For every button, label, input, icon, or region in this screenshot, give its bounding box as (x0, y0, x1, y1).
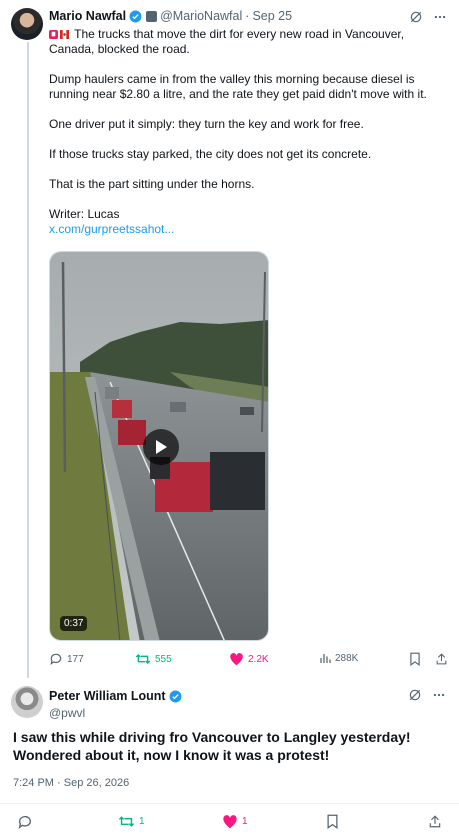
author-handle[interactable]: @MarioNawfal (160, 9, 242, 23)
heart-icon (223, 815, 237, 829)
post-paragraph: Dump haulers came in from the valley thi… (49, 72, 427, 101)
reply-header: Peter William Lount @pwvl (49, 686, 182, 720)
share-button[interactable] (428, 814, 442, 829)
reply-icon (50, 653, 62, 666)
author-handle[interactable]: @pwvl (49, 706, 182, 720)
header-separator: · (245, 9, 250, 23)
grok-icon[interactable] (409, 10, 423, 24)
views-icon (320, 654, 331, 663)
post-paragraph: That is the part sitting under the horns… (49, 177, 255, 191)
repost-icon (135, 654, 151, 664)
video-player[interactable]: 0:37 (49, 251, 269, 641)
reply-icon (18, 816, 31, 829)
reply-actions: 1 1 (0, 812, 459, 832)
author-name[interactable]: Peter William Lount (49, 689, 166, 703)
affiliate-badge-icon (146, 10, 158, 22)
like-button[interactable]: 1 (222, 814, 248, 829)
post-date[interactable]: Sep 25 (252, 9, 292, 23)
repost-icon (118, 816, 135, 827)
post-actions: 177 555 2.2K 288K (49, 652, 449, 668)
verified-badge-icon (129, 10, 142, 22)
bookmark-button[interactable] (409, 652, 421, 666)
post-paragraph: Writer: Lucas x.com/gurpreetssahot... (49, 207, 449, 237)
post-paragraph: The trucks that move the dirt for every … (49, 27, 405, 56)
views-count: 288K (335, 652, 359, 664)
avatar[interactable] (11, 686, 43, 718)
reply-button[interactable]: 177 (49, 652, 84, 666)
repost-count: 1 (139, 816, 145, 827)
repost-button[interactable]: 1 (118, 814, 145, 829)
views-button[interactable]: 288K (319, 652, 358, 664)
share-button[interactable] (435, 652, 448, 666)
reply-timestamp[interactable]: 7:24 PM · Sep 26, 2026 (13, 777, 129, 789)
share-icon (436, 653, 447, 665)
video-duration: 0:37 (60, 616, 88, 631)
alarm-emoji-icon (49, 30, 58, 39)
reply-button[interactable] (17, 814, 33, 830)
heart-icon (230, 653, 243, 666)
post-paragraph: One driver put it simply: they turn the … (49, 117, 364, 131)
like-count: 2.2K (248, 653, 269, 665)
post-header: Mario Nawfal @MarioNawfal · Sep 25 (49, 6, 449, 26)
post-body: The trucks that move the dirt for every … (49, 27, 449, 237)
bookmark-button[interactable] (326, 814, 339, 829)
author-name[interactable]: Mario Nawfal (49, 9, 126, 23)
post-paragraph: If those trucks stay parked, the city do… (49, 147, 372, 161)
reply-header-actions (408, 688, 446, 702)
canada-flag-icon (60, 30, 69, 39)
bookmark-icon (410, 652, 420, 666)
like-button[interactable]: 2.2K (229, 652, 269, 666)
reply-text: I saw this while driving fro Vancouver t… (13, 729, 411, 763)
divider (0, 803, 459, 804)
bookmark-icon (327, 814, 338, 829)
more-options-icon[interactable] (432, 688, 446, 702)
repost-button[interactable]: 555 (135, 652, 172, 666)
grok-icon[interactable] (408, 688, 422, 702)
verified-badge-icon (169, 690, 182, 702)
reply-count: 177 (67, 653, 84, 665)
thread-connector-line (27, 42, 29, 678)
avatar[interactable] (11, 8, 43, 40)
more-options-icon[interactable] (433, 10, 447, 24)
post-link[interactable]: x.com/gurpreetssahot... (49, 222, 174, 236)
post-main: Mario Nawfal @MarioNawfal · Sep 25 The t… (49, 6, 449, 237)
repost-count: 555 (155, 653, 172, 665)
like-count: 1 (242, 816, 248, 827)
play-icon (156, 440, 167, 454)
writer-credit: Writer: Lucas (49, 207, 120, 221)
share-icon (429, 815, 441, 828)
play-button[interactable] (143, 429, 179, 465)
